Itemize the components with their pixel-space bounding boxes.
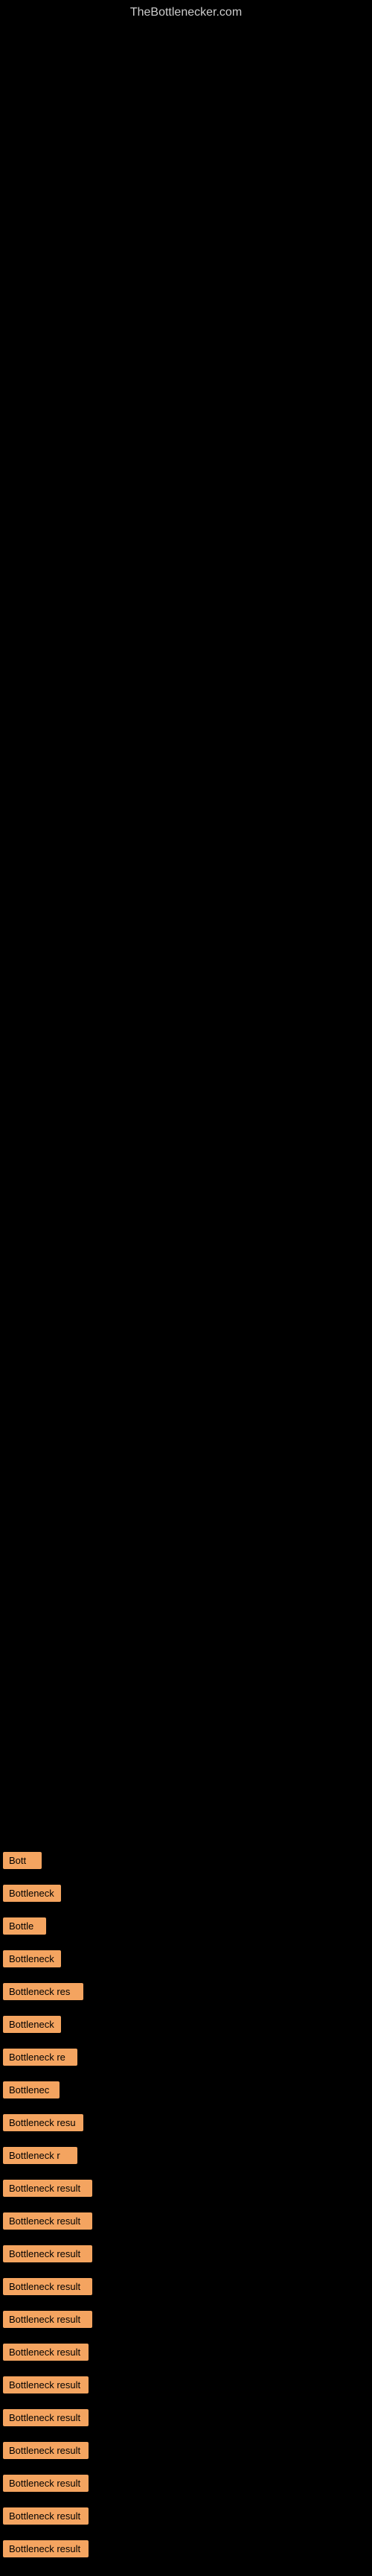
bottleneck-result-row: Bottleneck result	[0, 2306, 372, 2336]
bottleneck-result-row: Bottleneck	[0, 1946, 372, 1976]
bottleneck-result-row: Bottleneck	[0, 2011, 372, 2041]
bottleneck-result-row: Bott	[0, 1847, 372, 1877]
bottleneck-result-label[interactable]: Bottlenec	[3, 2081, 60, 2098]
bottleneck-result-row: Bottleneck result	[0, 2536, 372, 2566]
bottleneck-result-row: Bottleneck result	[0, 2208, 372, 2238]
bottleneck-result-row: Bottleneck result	[0, 2175, 372, 2205]
bottleneck-results-container: Bott Bottleneck Bottle Bottleneck Bottleneck…	[0, 1840, 372, 2576]
bottleneck-result-row: Bottleneck result	[0, 2405, 372, 2434]
bottleneck-result-row: Bottle	[0, 1913, 372, 1943]
bottleneck-result-label[interactable]: Bottleneck result	[3, 2311, 92, 2328]
bottleneck-result-row: Bottleneck result	[0, 2274, 372, 2303]
bottleneck-result-label[interactable]: Bottleneck result	[3, 2442, 89, 2459]
bottleneck-result-row: Bottleneck res	[0, 1979, 372, 2008]
site-title: TheBottlenecker.com	[0, 0, 372, 22]
bottleneck-result-label[interactable]: Bottleneck result	[3, 2278, 92, 2295]
bottleneck-result-row: Bottleneck resu	[0, 2110, 372, 2139]
bottleneck-result-row: Bottleneck re	[0, 2044, 372, 2074]
bottleneck-result-row: Bottleneck result	[0, 2503, 372, 2533]
bottleneck-result-label[interactable]: Bottleneck result	[3, 2180, 92, 2197]
bottleneck-result-row: Bottleneck result	[0, 2372, 372, 2402]
bottleneck-result-row: Bottleneck	[0, 1880, 372, 1910]
bottleneck-result-label[interactable]: Bottleneck result	[3, 2475, 89, 2492]
bottleneck-result-label[interactable]: Bottleneck r	[3, 2147, 77, 2164]
bottleneck-result-row: Bottleneck result	[0, 2437, 372, 2467]
bottleneck-result-label[interactable]: Bottleneck	[3, 2016, 61, 2033]
bottleneck-result-label[interactable]: Bottleneck result	[3, 2212, 92, 2230]
bottleneck-result-row: Bottleneck result	[0, 2241, 372, 2271]
bottleneck-result-label[interactable]: Bottleneck result	[3, 2376, 89, 2393]
bottleneck-result-label[interactable]: Bottleneck result	[3, 2540, 89, 2557]
bottleneck-result-label[interactable]: Bottleneck	[3, 1885, 61, 1902]
bottleneck-result-label[interactable]: Bottleneck res	[3, 1983, 83, 2000]
bottleneck-result-label[interactable]: Bott	[3, 1852, 42, 1869]
bottleneck-result-label[interactable]: Bottleneck resu	[3, 2114, 83, 2131]
bottleneck-result-row: Bottlenec	[0, 2077, 372, 2107]
bottleneck-result-label[interactable]: Bottle	[3, 1917, 46, 1935]
bottleneck-result-label[interactable]: Bottleneck result	[3, 2344, 89, 2361]
bottleneck-result-label[interactable]: Bottleneck result	[3, 2507, 89, 2525]
bottleneck-result-label[interactable]: Bottleneck result	[3, 2409, 89, 2426]
bottleneck-result-label[interactable]: Bottleneck	[3, 1950, 61, 1967]
chart-area	[0, 22, 372, 1840]
bottleneck-result-row: Bottleneck result	[0, 2339, 372, 2369]
bottleneck-result-row: Bottleneck result	[0, 2470, 372, 2500]
bottleneck-result-row: Bottleneck r	[0, 2142, 372, 2172]
bottleneck-result-label[interactable]: Bottleneck result	[3, 2245, 92, 2262]
bottleneck-result-label[interactable]: Bottleneck re	[3, 2049, 77, 2066]
